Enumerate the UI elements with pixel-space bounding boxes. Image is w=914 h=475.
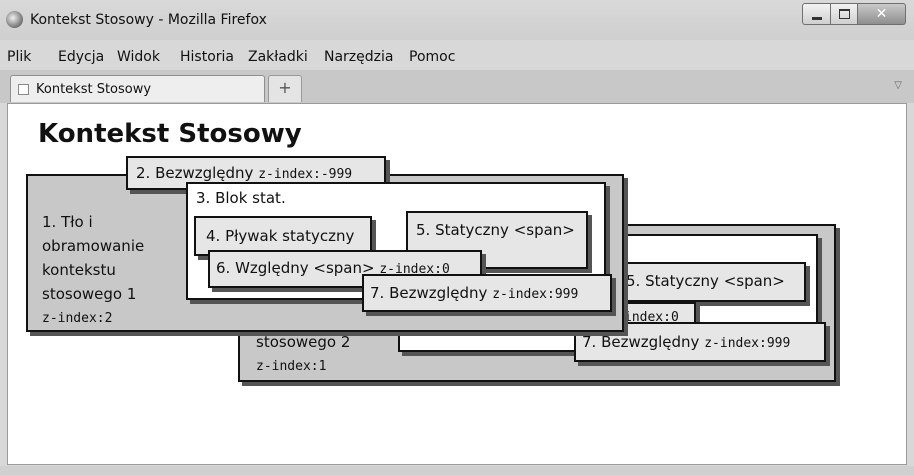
menu-pomoc[interactable]: Pomoc bbox=[409, 49, 455, 65]
ctx1-block-label: 3. Blok stat. bbox=[196, 189, 286, 207]
ctx1-static-span-label: 5. Statyczny <span> bbox=[416, 221, 575, 239]
ctx1-float-label: 4. Pływak statyczny bbox=[206, 227, 355, 245]
menu-widok[interactable]: Widok bbox=[117, 49, 160, 65]
minimize-button[interactable] bbox=[802, 3, 831, 25]
ctx1-label-line2: obramowanie bbox=[42, 237, 145, 255]
maximize-icon bbox=[838, 9, 850, 19]
ctx1-abs-neg-label: 2. Bezwzględny z-index:-999 bbox=[136, 164, 353, 182]
menu-plik[interactable]: Plik bbox=[7, 49, 31, 65]
ctx1-label-line4: stosowego 1 bbox=[42, 285, 137, 303]
page-content: Kontekst Stosowy stosowego 2 z-index:1 5… bbox=[7, 103, 907, 465]
page-favicon-icon bbox=[18, 84, 29, 95]
menu-zakladki[interactable]: Zakładki bbox=[248, 49, 308, 65]
window-titlebar[interactable]: Kontekst Stosowy - Mozilla Firefox ✕ bbox=[0, 0, 914, 41]
close-button[interactable]: ✕ bbox=[858, 3, 906, 25]
new-tab-button[interactable]: + bbox=[268, 75, 302, 102]
ctx2-static-span-label: 5. Statyczny <span> bbox=[626, 272, 785, 290]
window-bottom-frame bbox=[0, 466, 914, 475]
menu-edycja[interactable]: Edycja bbox=[58, 49, 104, 65]
ctx1-label-line1: 1. Tło i bbox=[42, 213, 93, 231]
window-title: Kontekst Stosowy - Mozilla Firefox bbox=[30, 12, 267, 28]
ctx2-label: stosowego 2 bbox=[256, 333, 351, 351]
menu-bar: Plik Edycja Widok Historia Zakładki Narz… bbox=[0, 40, 914, 70]
ctx1-abs-pos-label: 7. Bezwzględny z-index:999 bbox=[370, 284, 579, 302]
maximize-button[interactable] bbox=[831, 3, 858, 25]
minimize-icon bbox=[811, 16, 822, 20]
ctx2-zindex: z-index:1 bbox=[256, 359, 327, 374]
tab-list-dropdown-icon[interactable]: ▽ bbox=[894, 80, 902, 91]
ctx2-static-span: 5. Statyczny <span> bbox=[616, 262, 806, 302]
tab-title: Kontekst Stosowy bbox=[36, 82, 152, 97]
menu-narzedzia[interactable]: Narzędzia bbox=[324, 49, 393, 65]
tab-strip: Kontekst Stosowy + ▽ bbox=[0, 70, 914, 103]
ctx1-label-line3: kontekstu bbox=[42, 261, 116, 279]
page-heading: Kontekst Stosowy bbox=[38, 119, 302, 149]
window-controls: ✕ bbox=[802, 3, 906, 25]
ctx2-abs-label: 7. Bezwzględny z-index:999 bbox=[582, 333, 791, 351]
tab-kontekst-stosowy[interactable]: Kontekst Stosowy bbox=[10, 75, 265, 102]
close-icon: ✕ bbox=[875, 6, 888, 22]
ctx1-absolute-positive: 7. Bezwzględny z-index:999 bbox=[362, 274, 612, 312]
ctx1-zindex: z-index:2 bbox=[42, 311, 113, 326]
menu-historia[interactable]: Historia bbox=[180, 49, 234, 65]
firefox-icon bbox=[6, 11, 23, 28]
